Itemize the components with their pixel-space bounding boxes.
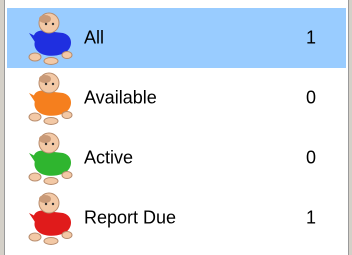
list-item-count: 0 xyxy=(305,87,316,108)
list-item-count: 1 xyxy=(305,207,316,228)
baby-green-icon xyxy=(28,132,73,185)
list-item-report-due[interactable]: Report Due 1 xyxy=(7,188,346,248)
status-category-list[interactable]: All 1 Available 0 Active 0 Report Due 1 xyxy=(5,0,348,255)
list-item-available[interactable]: Available 0 xyxy=(7,68,346,128)
list-item-label: Available xyxy=(84,87,157,108)
baby-blue-icon xyxy=(28,12,73,65)
baby-red-icon xyxy=(28,192,73,245)
list-right-border xyxy=(348,0,352,255)
list-item-count: 1 xyxy=(305,27,316,48)
list-item-active[interactable]: Active 0 xyxy=(7,128,346,188)
list-item-label: Report Due xyxy=(84,207,177,228)
baby-orange-icon xyxy=(28,72,73,125)
list-item-all[interactable]: All 1 xyxy=(7,8,346,68)
list-item-label: Active xyxy=(84,147,134,168)
list-item-label: All xyxy=(84,27,105,48)
list-item-count: 0 xyxy=(305,147,316,168)
